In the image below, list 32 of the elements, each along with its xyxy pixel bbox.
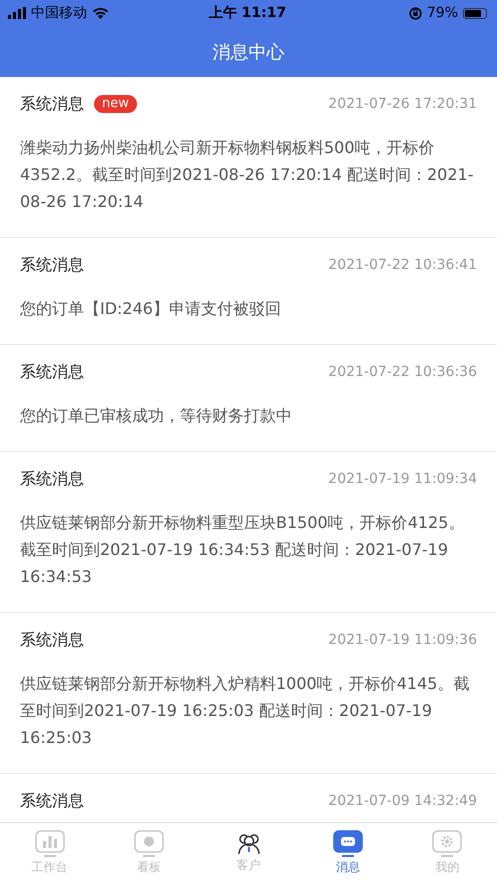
message-title: 系统消息 (20, 94, 84, 114)
message-title: 系统消息 (20, 630, 84, 650)
carrier-name: 中国移动 (31, 4, 87, 22)
message-time: 2021-07-19 11:09:34 (328, 471, 477, 487)
battery-percent: 79% (426, 5, 458, 21)
chat-icon (332, 830, 363, 858)
signal-icon (8, 7, 26, 19)
message-body[interactable]: 供应链莱钢部分新开标物料重型压块B1500吨，开标价4125。截至时间到2021-07-19 16:34:53 配送时间：2021-07-19 16:34:53 (20, 509, 477, 590)
page-title: 消息中心 (212, 40, 286, 64)
message-time: 2021-07-09 14:32:49 (328, 793, 477, 809)
wifi-icon (92, 7, 109, 19)
message-body[interactable]: 潍柴动力扬州柴油机公司新开标物料钢板料500吨，开标价4352.2。截至时间到2021-08-26 17:20:14 配送时间：2021-08-26 17:20:14 (20, 134, 477, 215)
message-time: 2021-07-26 17:20:31 (328, 96, 477, 112)
people-icon (236, 832, 262, 856)
clock-time: 上午 11:17 (208, 4, 286, 22)
rotation-lock-icon (408, 6, 422, 20)
message-title: 系统消息 (20, 468, 84, 490)
message-body[interactable]: 供应链莱钢部分新开标物料入炉精料1000吨，开标价4145。截至时间到2021-07-19 16:25:03 配送时间：2021-07-19 16:25:03 (20, 670, 477, 751)
message-title: 系统消息 (20, 790, 84, 812)
pie-chart-icon (134, 830, 164, 858)
bar-chart-icon (34, 830, 65, 858)
message-time: 2021-07-22 10:36:41 (328, 257, 477, 273)
message-time: 2021-07-19 11:09:36 (328, 632, 477, 648)
message-title: 系统消息 (20, 362, 84, 382)
message-title: 系统消息 (20, 254, 84, 276)
message-body[interactable]: 您的订单【ID:246】申请支付被驳回 (20, 295, 477, 322)
tab-item[interactable]: 消息 (298, 823, 398, 883)
message-body[interactable]: 您的订单已审核成功，等待财务打款中 (20, 402, 477, 429)
message-time: 2021-07-22 10:36:36 (328, 364, 477, 380)
battery-icon (463, 8, 487, 18)
new-badge: new (94, 95, 137, 113)
gear-icon (432, 830, 462, 858)
